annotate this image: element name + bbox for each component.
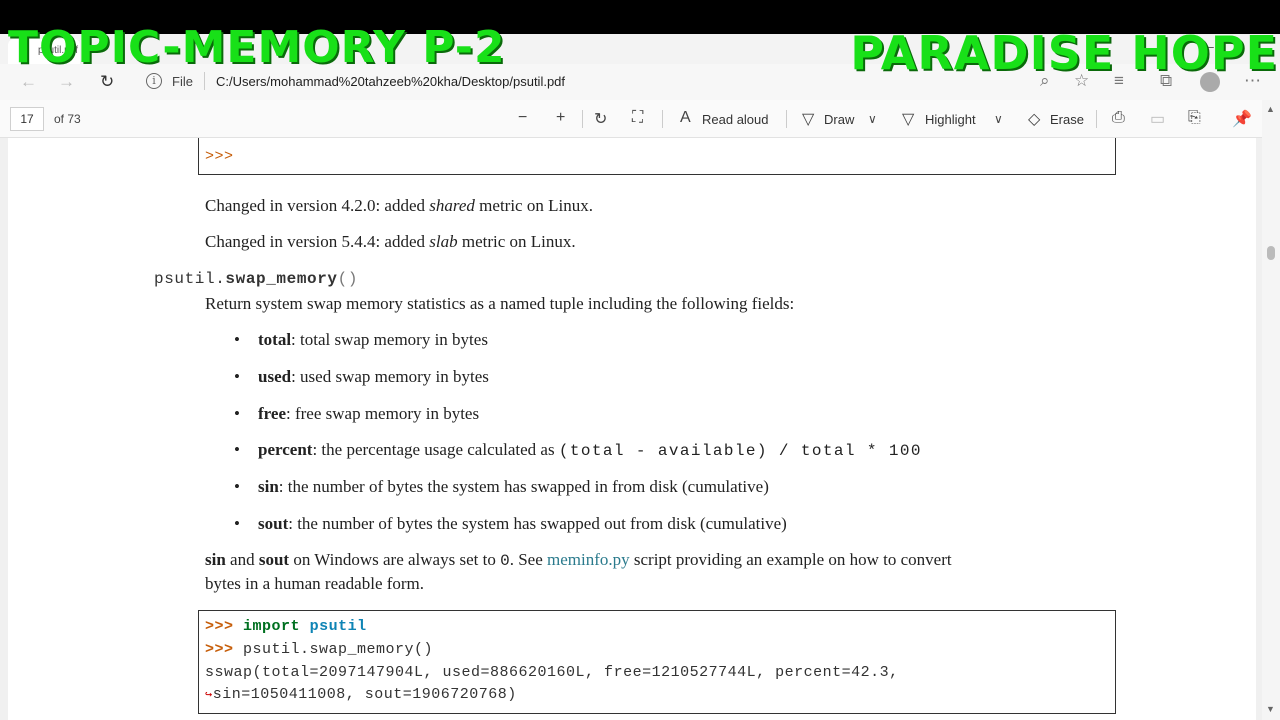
- code-output-line: ↪sin=1050411008, sout=1906720768): [205, 686, 517, 703]
- changed-note-2: Changed in version 5.4.4: added slab met…: [205, 232, 576, 252]
- field-text: : used swap memory in bytes: [291, 367, 489, 386]
- scroll-thumb[interactable]: [1267, 246, 1275, 260]
- function-parens: (): [337, 270, 359, 288]
- read-aloud-icon[interactable]: A: [680, 109, 691, 127]
- list-item: free: free swap memory in bytes: [234, 404, 479, 424]
- page-number-input[interactable]: 17: [10, 107, 44, 131]
- note-text: on Windows are always set to: [289, 550, 501, 569]
- print-icon[interactable]: ⎙: [1112, 109, 1125, 127]
- field-term: percent: [258, 440, 313, 459]
- code-block-example: >>> import psutil >>> psutil.swap_memory…: [198, 610, 1116, 714]
- erase-icon[interactable]: ◇: [1028, 109, 1040, 129]
- list-item: used: used swap memory in bytes: [234, 367, 489, 387]
- windows-note: sin and sout on Windows are always set t…: [205, 550, 952, 570]
- rotate-icon[interactable]: ↻: [594, 109, 607, 129]
- toolbar-separator: [662, 110, 663, 128]
- zoom-in-icon[interactable]: +: [556, 109, 565, 127]
- field-text: : free swap memory in bytes: [286, 404, 480, 423]
- draw-button[interactable]: Draw: [824, 112, 854, 127]
- save-icon[interactable]: ▭: [1150, 109, 1165, 129]
- changed-note-text: metric on Linux.: [474, 196, 593, 215]
- note-text: . See: [509, 550, 547, 569]
- changed-note-1: Changed in version 4.2.0: added shared m…: [205, 196, 593, 216]
- page-total: of 73: [54, 112, 81, 126]
- changed-note-text: metric on Linux.: [457, 232, 576, 251]
- scrollbar[interactable]: ▲ ▼: [1262, 100, 1280, 720]
- save-as-icon[interactable]: ⎘: [1188, 109, 1201, 127]
- note-term: sout: [258, 550, 290, 569]
- field-term: sin: [258, 477, 279, 496]
- formula-code: (total - available) / total * 100: [558, 442, 922, 460]
- changed-note-text: Changed in version 5.4.4: added: [205, 232, 430, 251]
- pdf-toolbar: 17 of 73 − + ↻ ⛶ A Read aloud ▽ Draw ∨ ▽…: [0, 100, 1280, 138]
- code-output-text: sin=1050411008, sout=1906720768): [212, 686, 517, 703]
- url-input[interactable]: C:/Users/mohammad%20tahzeeb%20kha/Deskto…: [216, 74, 565, 89]
- overlay-title-left: TOPIC-MEMORY P-2: [8, 22, 506, 73]
- read-aloud-button[interactable]: Read aloud: [702, 112, 769, 127]
- back-icon[interactable]: ←: [20, 72, 37, 92]
- field-term: total: [258, 330, 292, 349]
- note-text: script providing an example on how to co…: [629, 550, 952, 569]
- scroll-down-icon[interactable]: ▼: [1266, 704, 1275, 714]
- toolbar-separator: [582, 110, 583, 128]
- function-module: psutil.: [154, 270, 226, 288]
- code-line: >>> import psutil: [205, 618, 367, 635]
- field-term: free: [258, 404, 286, 423]
- code-call: psutil.swap_memory(): [243, 641, 434, 658]
- code-module: psutil: [309, 618, 367, 635]
- list-item: total: total swap memory in bytes: [234, 330, 488, 350]
- note-term: sin: [205, 550, 226, 569]
- field-term: sout: [258, 514, 289, 533]
- code-line: >>> psutil.swap_memory(): [205, 641, 433, 658]
- toolbar-separator: [786, 110, 787, 128]
- overlay-title-right: PARADISE HOPE: [850, 26, 1278, 80]
- function-name: swap_memory: [225, 270, 338, 288]
- highlight-button[interactable]: Highlight: [925, 112, 976, 127]
- meminfo-link[interactable]: meminfo.py: [547, 550, 630, 569]
- line-continuation-icon: ↪: [205, 688, 213, 702]
- field-term: used: [258, 367, 292, 386]
- changed-note-emphasis: shared: [429, 196, 475, 215]
- scroll-up-icon[interactable]: ▲: [1266, 104, 1275, 114]
- zoom-out-icon[interactable]: −: [518, 109, 527, 127]
- windows-note-line2: bytes in a human readable form.: [205, 574, 425, 593]
- pin-icon[interactable]: 📌: [1232, 109, 1252, 129]
- draw-icon[interactable]: ▽: [802, 109, 814, 129]
- list-item: sin: the number of bytes the system has …: [234, 477, 769, 497]
- address-separator: [204, 72, 205, 90]
- fit-page-icon[interactable]: ⛶: [632, 109, 643, 127]
- code-output-line: sswap(total=2097147904L, used=886620160L…: [205, 664, 899, 681]
- list-item: percent: the percentage usage calculated…: [234, 440, 922, 460]
- forward-icon[interactable]: →: [58, 72, 75, 92]
- erase-button[interactable]: Erase: [1050, 112, 1084, 127]
- highlight-icon[interactable]: ▽: [902, 109, 914, 129]
- field-text: : the number of bytes the system has swa…: [288, 514, 787, 533]
- file-label: File: [172, 74, 193, 89]
- note-text: and: [225, 550, 259, 569]
- function-description: Return system swap memory statistics as …: [205, 294, 795, 313]
- list-item: sout: the number of bytes the system has…: [234, 514, 787, 534]
- refresh-icon[interactable]: ↻: [100, 72, 114, 92]
- field-text: : total swap memory in bytes: [291, 330, 488, 349]
- pdf-viewer[interactable]: >>> Changed in version 4.2.0: added shar…: [0, 138, 1280, 720]
- changed-note-emphasis: slab: [429, 232, 458, 251]
- code-prompt: >>>: [205, 641, 234, 658]
- toolbar-separator: [1096, 110, 1097, 128]
- info-icon[interactable]: i: [146, 73, 162, 89]
- pdf-page: >>> Changed in version 4.2.0: added shar…: [8, 138, 1256, 720]
- code-keyword: import: [243, 618, 301, 635]
- draw-chevron-down-icon[interactable]: ∨: [868, 112, 877, 126]
- highlight-chevron-down-icon[interactable]: ∨: [994, 112, 1003, 126]
- code-prompt: >>>: [205, 148, 234, 165]
- changed-note-text: Changed in version 4.2.0: added: [205, 196, 430, 215]
- note-code: 0: [500, 552, 510, 570]
- code-prompt: >>>: [205, 618, 234, 635]
- field-text: : the percentage usage calculated as: [312, 440, 559, 459]
- code-block-previous: >>>: [198, 138, 1116, 175]
- function-signature: psutil.swap_memory(): [154, 270, 358, 288]
- field-text: : the number of bytes the system has swa…: [278, 477, 769, 496]
